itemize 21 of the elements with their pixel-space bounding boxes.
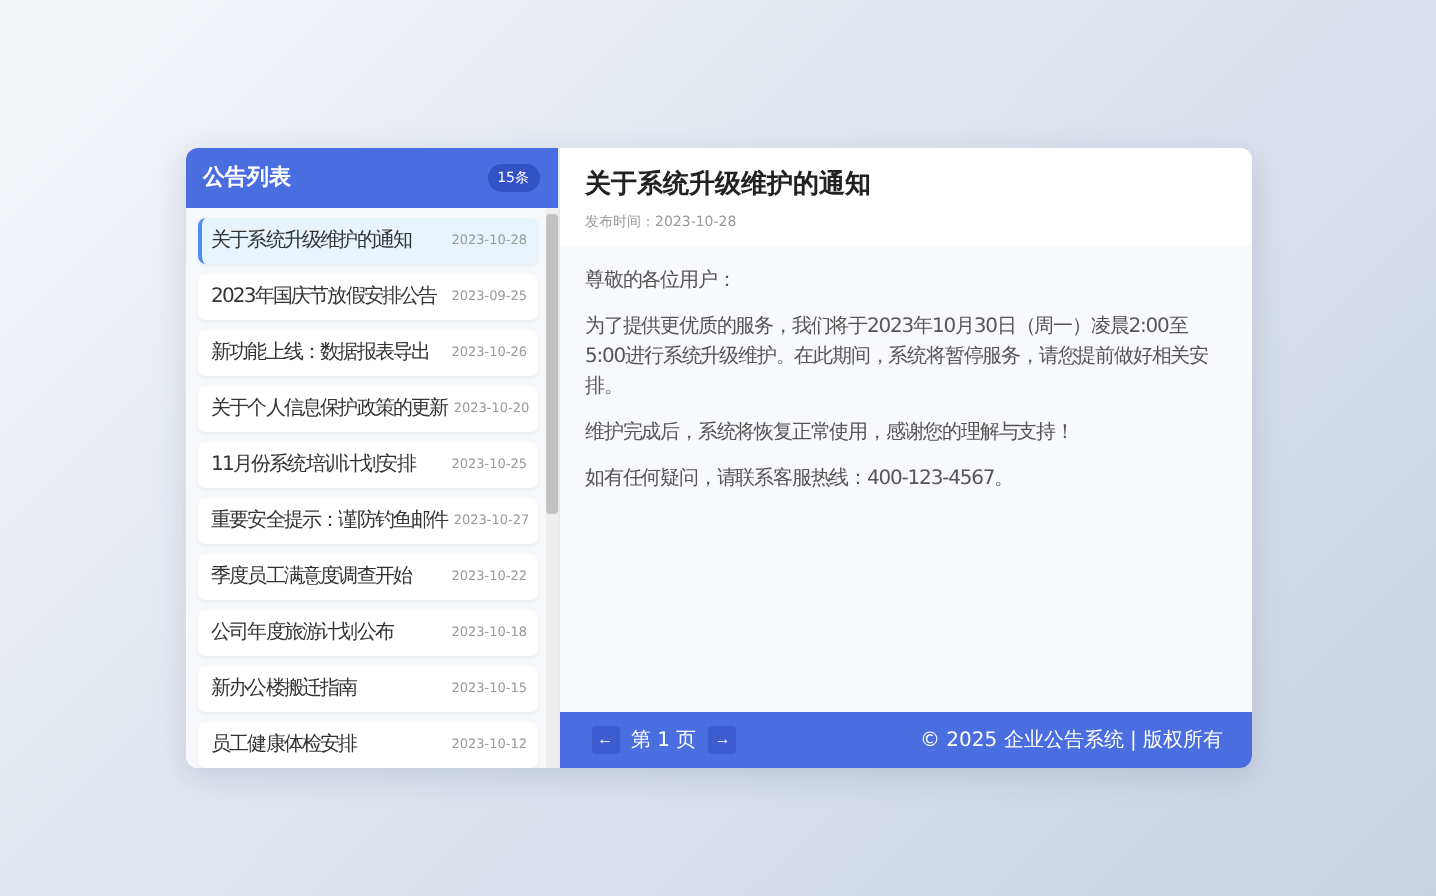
next-page-button[interactable]: → (708, 725, 737, 753)
notice-title: 关于个人信息保护政策的更新 (211, 395, 448, 422)
previous-page-button[interactable]: ← (591, 725, 619, 753)
notice-title: 新办公楼搬迁指南 (211, 675, 357, 702)
notice-title: 2023年国庆节放假安排公告 (211, 283, 437, 310)
paragraph: 尊敬的各位用户： (585, 267, 738, 295)
notice-title: 新功能上线：数据报表导出 (211, 339, 430, 366)
notice-title: 关于系统升级维护的通知 (211, 227, 412, 254)
article-title: 关于系统升级维护的通知 (585, 167, 873, 201)
page-indicator: 第 1 页 (631, 727, 697, 753)
notice-title: 11月份系统培训计划安排 (211, 451, 415, 478)
copyright-text: © 2025 企业公告系统 | 版权所有 (919, 727, 1223, 753)
notice-title: 公司年度旅游计划公布 (211, 619, 394, 646)
sidebar-title: 公告列表 (203, 162, 291, 192)
notice-title: 员工健康体检安排 (211, 731, 357, 758)
paragraph: 如有任何疑问，请联系客服热线：400-123-4567。 (585, 465, 1016, 493)
notice-title: 季度员工满意度调查开始 (211, 563, 412, 590)
notice-title: 重要安全提示：谨防钓鱼邮件 (211, 507, 448, 534)
paragraph: 维护完成后，系统将恢复正常使用，感谢您的理解与支持！ (585, 419, 1076, 447)
paragraph: 为了提供更优质的服务，我们将于2023年10月30日（周一）凌晨2:00至5:00进行系统升级维护。在此期间，系统将暂停服务，请您提前做好相关安排。 (585, 313, 1210, 401)
scrollbar[interactable] (545, 207, 557, 767)
